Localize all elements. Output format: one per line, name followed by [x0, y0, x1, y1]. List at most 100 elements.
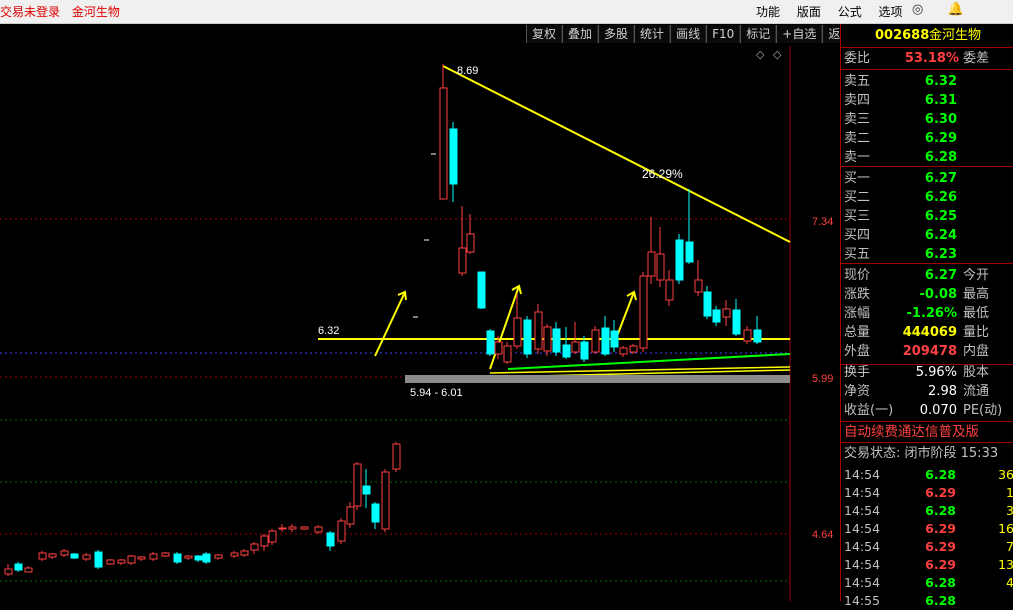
candle	[202, 552, 211, 564]
quote-panel: 002688 金河生物 委比 53.18% 委差 卖五 6.32 卖四 6.31…	[840, 24, 1013, 608]
ask-price: 6.32	[924, 74, 957, 89]
bid-row[interactable]: 买三 6.25	[841, 207, 1013, 226]
bid-label: 买二	[844, 190, 871, 205]
price-axis-label: 5.99	[812, 373, 833, 385]
bell-icon[interactable]: 🔔	[947, 2, 963, 17]
candle	[149, 552, 158, 561]
order-ratio-value: 53.18%	[904, 51, 959, 66]
ask-row[interactable]: 卖二 6.29	[841, 129, 1013, 148]
stock-header: 002688 金河生物	[841, 26, 1013, 45]
tick-volume: 7	[1006, 539, 1013, 554]
candle	[503, 342, 512, 364]
candle	[353, 462, 362, 510]
ask-label: 卖四	[844, 93, 871, 108]
bid-row[interactable]: 买四 6.24	[841, 226, 1013, 245]
tick-row: 14:54 6.28 3	[841, 502, 1013, 520]
candle	[712, 306, 721, 326]
tick-price: 6.28	[925, 503, 956, 518]
price-range-band[interactable]	[405, 375, 790, 383]
bid-row[interactable]: 买五 6.23	[841, 245, 1013, 264]
title-bar: 交易未登录 金河生物 功能 版面 公式 选项 ◎ 🔔	[0, 0, 1013, 24]
tick-price: 6.29	[925, 557, 956, 572]
tick-volume: 3	[1006, 503, 1013, 518]
candle	[38, 551, 47, 561]
support-line[interactable]	[507, 353, 791, 370]
tick-time: 14:54	[844, 485, 881, 500]
bid-row[interactable]: 买一 6.27	[841, 169, 1013, 188]
candlesticks	[4, 64, 762, 576]
bid-row[interactable]: 买二 6.26	[841, 188, 1013, 207]
candle	[562, 327, 571, 359]
diamond-icon[interactable]: ◇	[773, 48, 782, 61]
candle	[523, 316, 532, 358]
candle	[60, 549, 69, 557]
tick-volume: 4	[1006, 575, 1013, 590]
info-label-secondary: 流通	[963, 384, 990, 399]
candle	[610, 320, 619, 352]
candle	[70, 553, 79, 559]
candle	[381, 469, 390, 532]
candle	[230, 551, 239, 558]
tick-time: 14:54	[844, 575, 881, 590]
tick-price: 6.28	[925, 593, 956, 608]
kline-chart[interactable]: 7.34 5.99 4.64 ◇ ◇ 8.69 26.29% 6.32 5.94…	[0, 24, 840, 601]
menu-formula[interactable]: 公式	[838, 5, 862, 19]
resistance-trendline[interactable]	[442, 65, 791, 243]
stat-label: 涨跌	[844, 287, 871, 302]
stat-value: 444069	[902, 325, 957, 340]
candle	[346, 502, 355, 528]
candle	[214, 554, 223, 560]
info-row: 净资 2.98 流通	[841, 382, 1013, 401]
candle	[513, 294, 522, 349]
ask-row[interactable]: 卖一 6.28	[841, 148, 1013, 167]
candle	[466, 214, 475, 254]
candle	[694, 260, 703, 296]
candle	[477, 271, 486, 309]
candle	[703, 286, 712, 319]
notice-banner[interactable]: 自动续费通达信普及版	[841, 423, 1013, 442]
candle	[184, 555, 193, 560]
candle	[619, 346, 628, 357]
candle	[629, 344, 638, 354]
candle	[4, 564, 13, 576]
tick-time: 14:54	[844, 557, 881, 572]
bid-price: 6.23	[924, 247, 957, 262]
diamond-icon[interactable]: ◇	[756, 48, 765, 61]
info-row: 收益(一) 0.070 PE(动)	[841, 401, 1013, 420]
candle	[392, 442, 401, 472]
menu-layout[interactable]: 版面	[797, 5, 821, 19]
refresh-icon[interactable]: ◎	[912, 2, 923, 17]
tick-time: 14:54	[844, 503, 881, 518]
stat-label: 现价	[844, 268, 871, 283]
title-stock-name: 金河生物	[71, 5, 120, 19]
menu-function[interactable]: 功能	[756, 5, 780, 19]
tick-volume: 1	[1006, 485, 1013, 500]
menu-options[interactable]: 选项	[879, 5, 903, 19]
tick-price: 6.28	[925, 467, 956, 482]
candle	[288, 524, 297, 532]
info-value: 2.98	[928, 384, 957, 399]
ask-row[interactable]: 卖五 6.32	[841, 72, 1013, 91]
level-label: 6.32	[318, 325, 339, 337]
candle	[743, 326, 752, 344]
login-status[interactable]: 交易未登录	[0, 5, 60, 19]
candle	[250, 542, 259, 554]
candle	[552, 322, 561, 356]
bid-label: 买五	[844, 247, 871, 262]
order-diff-label: 委差	[963, 51, 990, 66]
percent-label: 26.29%	[642, 167, 683, 181]
arrow-annotation[interactable]	[374, 290, 407, 357]
candle	[173, 552, 182, 564]
ask-row[interactable]: 卖四 6.31	[841, 91, 1013, 110]
ask-row[interactable]: 卖三 6.30	[841, 110, 1013, 129]
info-label-secondary: PE(动)	[963, 403, 1003, 418]
tick-row: 14:55 6.28	[841, 592, 1013, 610]
stock-name: 金河生物	[929, 28, 982, 43]
tick-price: 6.29	[925, 485, 956, 500]
tick-time: 14:54	[844, 521, 881, 536]
candle	[48, 553, 57, 559]
ask-label: 卖一	[844, 150, 871, 165]
candle	[14, 562, 23, 572]
stat-label: 涨幅	[844, 306, 871, 321]
ask-label: 卖三	[844, 112, 871, 127]
